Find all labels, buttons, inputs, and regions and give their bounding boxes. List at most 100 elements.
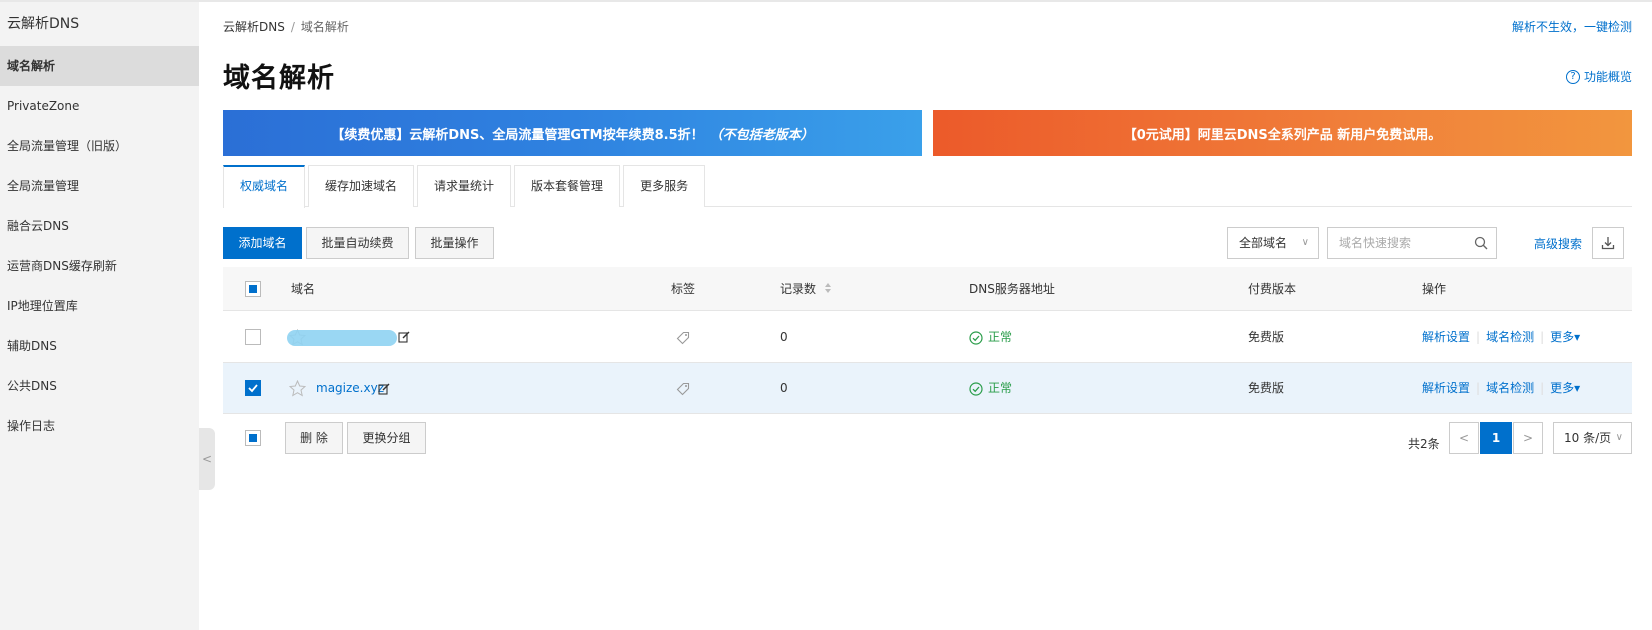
footer-select-all-checkbox[interactable]	[245, 430, 261, 446]
column-dns-server: DNS服务器地址	[969, 282, 1055, 296]
change-group-button[interactable]: 更换分组	[347, 422, 426, 454]
chevron-down-icon: ∨	[1615, 432, 1623, 443]
promo-banner-renewal-note: （不包括老版本）	[709, 127, 814, 143]
feature-overview-label: 功能概览	[1583, 70, 1632, 84]
column-record-count-label: 记录数	[780, 282, 817, 296]
sidebar-title: 云解析DNS	[7, 16, 80, 32]
resolution-check-link[interactable]: 解析不生效，一键检测	[1512, 18, 1632, 35]
action-divider: |	[1476, 330, 1481, 344]
row-checkbox[interactable]	[245, 329, 261, 345]
column-actions: 操作	[1422, 282, 1447, 296]
download-icon	[1601, 237, 1615, 250]
page-size-value: 10 条/页	[1564, 431, 1612, 445]
dns-status-label: 正常	[988, 381, 1013, 395]
batch-auto-renew-button[interactable]: 批量自动续费	[306, 227, 409, 259]
top-border	[0, 0, 1652, 2]
table-row: magize.xyz 0 正常 免费版 解析设置 | 域名检测 | 更多▾	[223, 363, 1632, 414]
action-divider: |	[1540, 381, 1545, 395]
sidebar-item-isp-cache-refresh[interactable]: 运营商DNS缓存刷新	[0, 246, 199, 286]
dns-status-label: 正常	[988, 330, 1013, 344]
domain-filter-select[interactable]: 全部域名 ∨	[1227, 227, 1319, 259]
chevron-down-icon: ∨	[1301, 237, 1309, 248]
add-domain-button[interactable]: 添加域名	[223, 227, 302, 259]
dns-status: 正常	[969, 363, 1012, 414]
column-tag: 标签	[671, 282, 696, 296]
sidebar-item-gtm[interactable]: 全局流量管理	[0, 166, 199, 206]
promo-banner-free-trial[interactable]: 【0元试用】阿里云DNS全系列产品 新用户免费试用。	[933, 110, 1632, 156]
advanced-search-link[interactable]: 高级搜索	[1534, 235, 1582, 252]
breadcrumb-root[interactable]: 云解析DNS	[223, 20, 285, 34]
table-header: 域名 标签 记录数 DNS服务器地址 付费版本 操作	[223, 267, 1632, 311]
star-icon[interactable]	[289, 380, 306, 397]
sort-icon[interactable]	[824, 282, 832, 294]
delete-button[interactable]: 删 除	[285, 422, 343, 454]
check-circle-icon	[969, 330, 983, 345]
sidebar-item-secondary-dns[interactable]: 辅助DNS	[0, 326, 199, 366]
promo-banner-renewal[interactable]: 【续费优惠】云解析DNS、全局流量管理GTM按年续费8.5折！ （不包括老版本）	[223, 110, 922, 156]
sidebar-item-privatezone[interactable]: PrivateZone	[0, 86, 199, 126]
tab-cache-acceleration[interactable]: 缓存加速域名	[308, 165, 415, 207]
sidebar-item-ip-geo[interactable]: IP地理位置库	[0, 286, 199, 326]
sidebar-item-gtm-legacy[interactable]: 全局流量管理（旧版）	[0, 126, 199, 166]
tag-icon[interactable]	[676, 331, 690, 345]
tab-authoritative-domains[interactable]: 权威域名	[223, 165, 306, 208]
checkmark-icon	[248, 384, 258, 393]
check-circle-icon	[969, 381, 983, 396]
paid-version: 免费版	[1248, 381, 1285, 395]
more-actions-dropdown[interactable]: 更多▾	[1550, 381, 1580, 395]
search-icon[interactable]	[1474, 236, 1488, 250]
edit-icon[interactable]	[378, 383, 390, 395]
sidebar-collapse-handle[interactable]: <	[199, 428, 215, 490]
sidebar: 云解析DNS 域名解析 PrivateZone 全局流量管理（旧版） 全局流量管…	[0, 2, 199, 630]
breadcrumb-separator: /	[290, 20, 295, 34]
export-button[interactable]	[1592, 227, 1624, 259]
feature-overview-link[interactable]: ? 功能概览	[1565, 68, 1632, 85]
sidebar-item-operation-log[interactable]: 操作日志	[0, 406, 199, 446]
tab-plan-management[interactable]: 版本套餐管理	[514, 165, 621, 207]
breadcrumb: 云解析DNS / 域名解析	[223, 18, 349, 35]
action-divider: |	[1540, 330, 1545, 344]
edit-icon[interactable]	[398, 331, 410, 343]
chevron-left-icon: <	[201, 452, 213, 466]
resolution-settings-link[interactable]: 解析设置	[1422, 381, 1470, 395]
page-size-select[interactable]: 10 条/页 ∨	[1553, 422, 1632, 454]
domain-check-link[interactable]: 域名检测	[1486, 381, 1534, 395]
page-title: 域名解析	[223, 63, 335, 94]
column-paid-version: 付费版本	[1248, 282, 1297, 296]
page-number-current[interactable]: 1	[1480, 422, 1512, 454]
record-count: 0	[780, 330, 788, 344]
select-all-checkbox[interactable]	[245, 281, 261, 297]
action-divider: |	[1476, 381, 1481, 395]
domain-check-link[interactable]: 域名检测	[1486, 330, 1534, 344]
row-actions: 解析设置 | 域名检测 | 更多▾	[1422, 363, 1580, 414]
domain-search-placeholder: 域名快速搜索	[1339, 236, 1412, 250]
paid-version: 免费版	[1248, 330, 1285, 344]
domain-search-input[interactable]: 域名快速搜索	[1327, 227, 1497, 259]
table-row: 0 正常 免费版 解析设置 | 域名检测 | 更多▾	[223, 312, 1632, 363]
promo-banner-renewal-text: 【续费优惠】云解析DNS、全局流量管理GTM按年续费8.5折！	[331, 127, 704, 143]
tag-icon[interactable]	[676, 382, 690, 396]
tab-bar: 权威域名 缓存加速域名 请求量统计 版本套餐管理 更多服务	[223, 165, 1632, 208]
sidebar-item-public-dns[interactable]: 公共DNS	[0, 366, 199, 406]
next-page-button[interactable]: >	[1513, 422, 1543, 454]
sidebar-item-domain-resolution[interactable]: 域名解析	[0, 46, 199, 86]
prev-page-button[interactable]: <	[1449, 422, 1479, 454]
more-actions-dropdown[interactable]: 更多▾	[1550, 330, 1580, 344]
column-domain: 域名	[291, 282, 316, 296]
breadcrumb-current: 域名解析	[300, 20, 349, 34]
domain-name-link[interactable]: magize.xyz	[316, 363, 384, 414]
tab-more-services[interactable]: 更多服务	[623, 165, 706, 207]
domain-filter-value: 全部域名	[1239, 236, 1288, 250]
record-count: 0	[780, 381, 788, 395]
row-checkbox[interactable]	[245, 380, 261, 396]
batch-operation-button[interactable]: 批量操作	[415, 227, 494, 259]
dns-status: 正常	[969, 312, 1012, 363]
resolution-settings-link[interactable]: 解析设置	[1422, 330, 1470, 344]
tab-request-stats[interactable]: 请求量统计	[417, 165, 512, 207]
promo-banner-free-trial-text: 【0元试用】阿里云DNS全系列产品 新用户免费试用。	[1123, 127, 1442, 143]
redacted-domain-name	[287, 330, 397, 346]
sidebar-item-hybrid-dns[interactable]: 融合云DNS	[0, 206, 199, 246]
help-circle-icon: ?	[1565, 69, 1580, 84]
total-count: 共2条	[1408, 437, 1440, 451]
column-record-count[interactable]: 记录数	[780, 267, 832, 311]
